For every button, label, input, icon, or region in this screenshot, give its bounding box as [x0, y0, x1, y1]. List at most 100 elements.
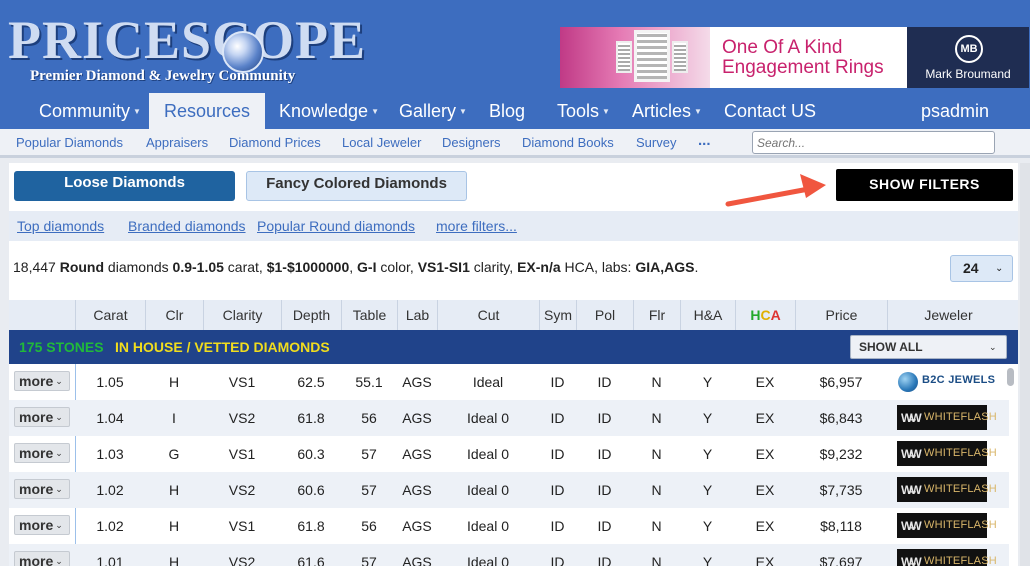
nav-item-resources[interactable]: Resources: [149, 93, 266, 129]
cell-ha: Y: [702, 518, 713, 534]
ad-banner[interactable]: One Of A Kind Engagement Rings MB Mark B…: [560, 27, 1029, 88]
col-cut[interactable]: Cut: [437, 300, 539, 330]
subnav-survey[interactable]: Survey: [636, 135, 676, 150]
cell-carat: 1.05: [96, 374, 124, 390]
table-row[interactable]: more ⌄ 1.04 I VS2 61.8 56 AGS Ideal 0 ID ID N Y EX $6,…: [9, 400, 1009, 436]
jeweler-logo-whiteflash[interactable]: W̶W WHITEFLASH: [897, 405, 997, 430]
jeweler-logo-whiteflash[interactable]: W̶W WHITEFLASH: [897, 477, 997, 502]
more-button[interactable]: more ⌄: [14, 407, 70, 427]
col-sym[interactable]: Sym: [539, 300, 576, 330]
nav-item-tools[interactable]: Tools ▼: [557, 93, 610, 129]
per-page-select[interactable]: 24 ⌄: [950, 255, 1013, 282]
cell-hca: EX: [755, 446, 775, 462]
scrollbar-thumb[interactable]: [1007, 368, 1014, 386]
cell-table: 57: [361, 482, 377, 498]
user-menu[interactable]: psadmin: [921, 93, 989, 129]
table-row[interactable]: more ⌄ 1.02 H VS1 61.8 56 AGS Ideal 0 ID ID N Y EX $8,…: [9, 508, 1009, 544]
table-row[interactable]: more ⌄ 1.01 H VS2 61.6 57 AGS Ideal 0 ID ID N Y EX $7,…: [9, 544, 1009, 566]
subnav-designers[interactable]: Designers: [442, 135, 501, 150]
chevron-down-icon: ▼: [694, 107, 702, 116]
col-depth[interactable]: Depth: [281, 300, 341, 330]
nav-item-knowledge[interactable]: Knowledge ▼: [279, 93, 379, 129]
more-button[interactable]: more ⌄: [14, 443, 70, 463]
search-input[interactable]: [752, 131, 995, 154]
col-pol[interactable]: Pol: [576, 300, 633, 330]
page-scrollbar-track[interactable]: [1020, 163, 1030, 566]
col-table[interactable]: Table: [341, 300, 397, 330]
quick-links-bar: Top diamonds Branded diamonds Popular Ro…: [9, 211, 1018, 241]
brand-monogram-icon: MB: [955, 35, 983, 63]
b2c-logo-icon: [898, 372, 918, 392]
cell-cut: Ideal 0: [466, 446, 510, 462]
subnav-diamond-books[interactable]: Diamond Books: [522, 135, 614, 150]
table-scrollbar[interactable]: [1006, 366, 1015, 566]
col-flr[interactable]: Flr: [633, 300, 680, 330]
cell-clarity: VS2: [228, 482, 256, 498]
table-row[interactable]: more ⌄ 1.02 H VS2 60.6 57 AGS Ideal 0 ID ID N Y EX $7,…: [9, 472, 1009, 508]
more-button[interactable]: more ⌄: [14, 371, 70, 391]
subnav-local-jeweler[interactable]: Local Jeweler: [342, 135, 422, 150]
col-clarity[interactable]: Clarity: [203, 300, 281, 330]
nav-item-blog[interactable]: Blog: [489, 93, 525, 129]
col-ha[interactable]: H&A: [680, 300, 735, 330]
link-top-diamonds[interactable]: Top diamonds: [17, 218, 104, 234]
pricescope-logo[interactable]: PRICESCOPE Premier Diamond & Jewelry Com…: [8, 8, 365, 88]
chevron-down-icon: ▼: [371, 107, 379, 116]
nav-item-community[interactable]: Community ▼: [39, 93, 141, 129]
cell-depth: 61.6: [297, 554, 325, 566]
chevron-down-icon: ▼: [602, 107, 610, 116]
col-clr[interactable]: Clr: [145, 300, 203, 330]
table-row[interactable]: more ⌄ 1.05 H VS1 62.5 55.1 AGS Ideal ID ID N Y EX $6,…: [9, 364, 1009, 400]
cell-hca: EX: [755, 518, 775, 534]
col-hca[interactable]: HCA: [735, 300, 795, 330]
site-header: PRICESCOPE Premier Diamond & Jewelry Com…: [0, 0, 1030, 93]
cell-clr: H: [168, 554, 180, 566]
chevron-down-icon: ⌄: [55, 484, 63, 494]
cell-carat: 1.02: [96, 518, 124, 534]
nav-item-articles[interactable]: Articles ▼: [632, 93, 702, 129]
link-popular-round-diamonds[interactable]: Popular Round diamonds: [257, 218, 415, 234]
col-jeweler[interactable]: Jeweler: [887, 300, 1009, 330]
cell-clr: G: [168, 446, 180, 462]
col-price[interactable]: Price: [795, 300, 887, 330]
jeweler-logo-whiteflash[interactable]: W̶W WHITEFLASH: [897, 513, 997, 538]
jeweler-logo-whiteflash[interactable]: W̶W WHITEFLASH: [897, 441, 997, 466]
more-button[interactable]: more ⌄: [14, 551, 70, 566]
nav-item-contact-us[interactable]: Contact US: [724, 93, 816, 129]
link-more-filters[interactable]: more filters...: [436, 218, 517, 234]
cell-hca: EX: [755, 374, 775, 390]
show-all-select[interactable]: SHOW ALL ⌄: [850, 335, 1007, 359]
cell-ha: Y: [702, 482, 713, 498]
cell-sym: ID: [550, 482, 565, 498]
whiteflash-logo-icon: W̶W: [901, 411, 922, 425]
subnav-popular-diamonds[interactable]: Popular Diamonds: [16, 135, 123, 150]
cell-hca: EX: [755, 554, 775, 566]
subnav-diamond-prices[interactable]: Diamond Prices: [229, 135, 321, 150]
ad-brand-name: Mark Broumand: [925, 67, 1011, 81]
show-filters-button[interactable]: SHOW FILTERS: [836, 169, 1013, 201]
table-row[interactable]: more ⌄ 1.03 G VS1 60.3 57 AGS Ideal 0 ID ID N Y EX $9,…: [9, 436, 1009, 472]
cell-ha: Y: [702, 410, 713, 426]
subnav-more-button[interactable]: ...: [698, 132, 711, 149]
ad-brand-panel: MB Mark Broumand: [907, 27, 1029, 88]
jeweler-logo-whiteflash[interactable]: W̶W WHITEFLASH: [897, 549, 997, 566]
red-arrow-icon: [725, 174, 826, 207]
jeweler-logo-b2c-jewels[interactable]: B2C JEWELS: [898, 370, 995, 394]
more-button[interactable]: more ⌄: [14, 515, 70, 535]
cell-lab: AGS: [402, 374, 432, 390]
more-button[interactable]: more ⌄: [14, 479, 70, 499]
cell-sym: ID: [550, 518, 565, 534]
cell-pol: ID: [597, 482, 612, 498]
subnav-appraisers[interactable]: Appraisers: [146, 135, 208, 150]
link-branded-diamonds[interactable]: Branded diamonds: [128, 218, 246, 234]
tab-loose-diamonds[interactable]: Loose Diamonds: [14, 171, 235, 201]
cell-ha: Y: [702, 374, 713, 390]
cell-carat: 1.04: [96, 410, 124, 426]
cell-cut: Ideal 0: [466, 518, 510, 534]
cell-cut: Ideal 0: [466, 482, 510, 498]
col-carat[interactable]: Carat: [75, 300, 145, 330]
col-lab[interactable]: Lab: [397, 300, 437, 330]
tab-fancy-colored-diamonds[interactable]: Fancy Colored Diamonds: [246, 171, 467, 201]
cell-flr: N: [651, 374, 662, 390]
nav-item-gallery[interactable]: Gallery ▼: [399, 93, 467, 129]
